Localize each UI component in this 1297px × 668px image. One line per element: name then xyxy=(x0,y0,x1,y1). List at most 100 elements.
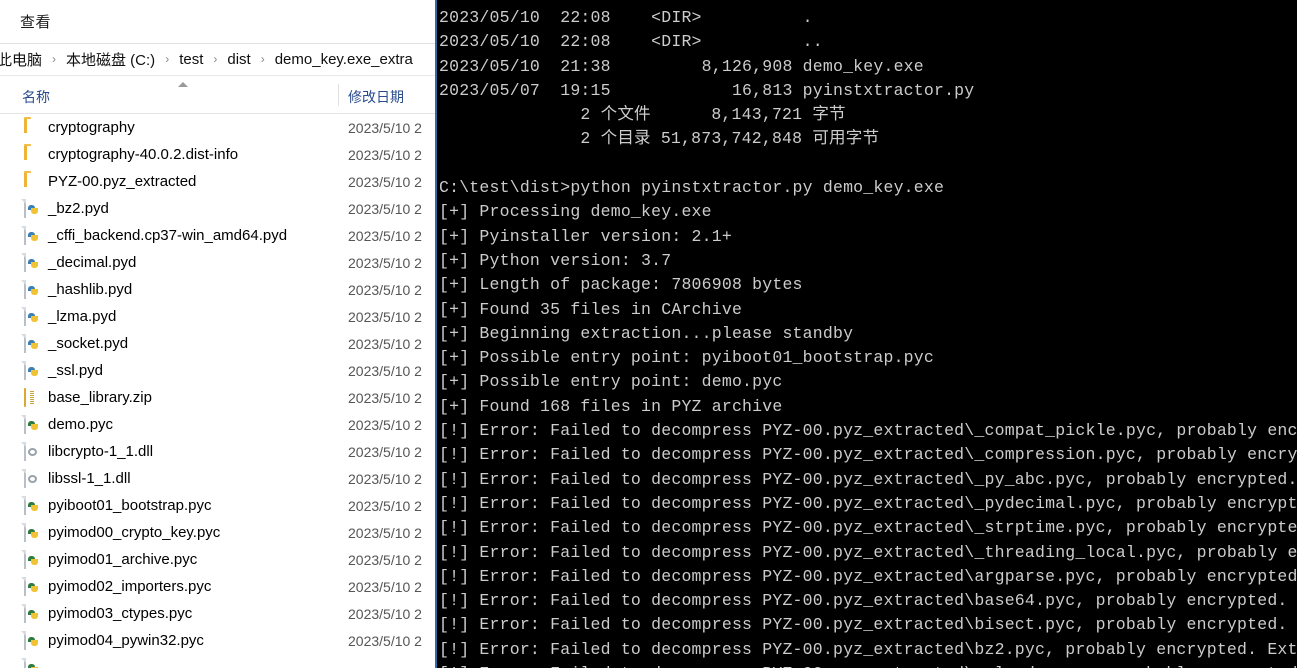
file-list-row[interactable]: pyimod01_archive.pyc 2023/5/10 2 xyxy=(0,546,435,573)
command-prompt-window[interactable]: 2023/05/10 22:08 <DIR> . 2023/05/10 22:08… xyxy=(435,0,1297,668)
terminal-line: 2023/05/10 21:38 8,126,908 demo_key.exe xyxy=(439,56,924,76)
python-extension-file-icon xyxy=(24,226,41,245)
python-extension-file-icon xyxy=(24,361,41,380)
terminal-line: 2 个目录 51,873,742,848 可用字节 xyxy=(439,129,880,149)
file-list-row[interactable] xyxy=(0,654,435,668)
terminal-line: [!] Error: Failed to decompress PYZ-00.p… xyxy=(439,469,1297,489)
file-list-row[interactable]: _bz2.pyd 2023/5/10 2 xyxy=(0,195,435,222)
file-date-label: 2023/5/10 2 xyxy=(348,578,422,595)
python-extension-file-icon xyxy=(24,199,41,218)
terminal-line: [+] Beginning extraction...please standb… xyxy=(439,323,854,343)
breadcrumb-item-dist[interactable]: dist xyxy=(224,50,253,69)
file-list-row[interactable]: base_library.zip 2023/5/10 2 xyxy=(0,384,435,411)
file-name-label: _cffi_backend.cp37-win_amd64.pyd xyxy=(48,227,288,244)
file-date-label: 2023/5/10 2 xyxy=(348,200,422,217)
folder-icon xyxy=(24,119,41,136)
file-name-label: cryptography-40.0.2.dist-info xyxy=(48,146,239,163)
file-name-label: pyiboot01_bootstrap.pyc xyxy=(48,497,212,514)
breadcrumb-item-demo-key-extracted[interactable]: demo_key.exe_extra xyxy=(272,50,416,69)
file-name-label: PYZ-00.pyz_extracted xyxy=(48,173,197,190)
breadcrumb-separator-icon: › xyxy=(260,51,265,66)
file-name-label: pyimod01_archive.pyc xyxy=(48,551,198,568)
terminal-line: [+] Pyinstaller version: 2.1+ xyxy=(439,226,732,246)
file-list-row[interactable]: pyimod04_pywin32.pyc 2023/5/10 2 xyxy=(0,627,435,654)
python-compiled-file-icon xyxy=(24,658,41,668)
file-date-label: 2023/5/10 2 xyxy=(348,254,422,271)
file-name-label: _ssl.pyd xyxy=(48,362,104,379)
file-list-row[interactable]: _decimal.pyd 2023/5/10 2 xyxy=(0,249,435,276)
file-name-label: libcrypto-1_1.dll xyxy=(48,443,154,460)
breadcrumb-separator-icon: › xyxy=(165,51,170,66)
python-extension-file-icon xyxy=(24,334,41,353)
screenshot-root: 查看 此电脑 › 本地磁盘 (C:) › test › dist › demo_… xyxy=(0,0,1297,668)
file-name-label: _decimal.pyd xyxy=(48,254,137,271)
terminal-line: [+] Processing demo_key.exe xyxy=(439,202,712,222)
file-date-label: 2023/5/10 2 xyxy=(348,551,422,568)
file-list-row[interactable]: _socket.pyd 2023/5/10 2 xyxy=(0,330,435,357)
file-list-row[interactable]: pyimod00_crypto_key.pyc 2023/5/10 2 xyxy=(0,519,435,546)
file-date-label: 2023/5/10 2 xyxy=(348,362,422,379)
file-list-row[interactable]: _cffi_backend.cp37-win_amd64.pyd 2023/5/1… xyxy=(0,222,435,249)
file-list-row[interactable]: PYZ-00.pyz_extracted 2023/5/10 2 xyxy=(0,168,435,195)
file-list-row[interactable]: libcrypto-1_1.dll 2023/5/10 2 xyxy=(0,438,435,465)
file-name-label: cryptography xyxy=(48,119,135,136)
file-list-row[interactable]: _hashlib.pyd 2023/5/10 2 xyxy=(0,276,435,303)
terminal-line: [+] Possible entry point: demo.pyc xyxy=(439,372,783,392)
python-compiled-file-icon xyxy=(24,415,41,434)
file-name-label: _bz2.pyd xyxy=(48,200,109,217)
column-header-name[interactable]: 名称 xyxy=(22,87,50,107)
terminal-line: [!] Error: Failed to decompress PYZ-00.p… xyxy=(439,591,1288,611)
column-divider[interactable] xyxy=(338,84,339,106)
column-header-date[interactable]: 修改日期 xyxy=(348,87,404,107)
tab-view[interactable]: 查看 xyxy=(16,9,55,34)
file-list-row[interactable]: cryptography-40.0.2.dist-info 2023/5/10 2 xyxy=(0,141,435,168)
breadcrumb-item-this-pc[interactable]: 此电脑 xyxy=(0,48,45,71)
python-extension-file-icon xyxy=(24,307,41,326)
terminal-line: 2023/05/10 22:08 <DIR> .. xyxy=(439,32,823,52)
file-name-label: demo.pyc xyxy=(48,416,114,433)
file-date-label: 2023/5/10 2 xyxy=(348,308,422,325)
file-name-label: _socket.pyd xyxy=(48,335,129,352)
terminal-line: [+] Length of package: 7806908 bytes xyxy=(439,275,803,295)
file-list-row[interactable]: demo.pyc 2023/5/10 2 xyxy=(0,411,435,438)
terminal-output: 2023/05/10 22:08 <DIR> . 2023/05/10 22:08… xyxy=(437,6,1297,668)
python-extension-file-icon xyxy=(24,280,41,299)
python-compiled-file-icon xyxy=(24,577,41,596)
file-list-row[interactable]: pyimod03_ctypes.pyc 2023/5/10 2 xyxy=(0,600,435,627)
sort-ascending-icon xyxy=(178,82,188,87)
terminal-line: [!] Error: Failed to decompress PYZ-00.p… xyxy=(439,493,1297,513)
address-bar[interactable]: 此电脑 › 本地磁盘 (C:) › test › dist › demo_key… xyxy=(0,44,435,76)
folder-icon xyxy=(24,173,41,190)
file-name-label: pyimod04_pywin32.pyc xyxy=(48,632,204,649)
file-list-row[interactable]: pyiboot01_bootstrap.pyc 2023/5/10 2 xyxy=(0,492,435,519)
explorer-ribbon-tabbar: 查看 xyxy=(0,0,435,44)
file-date-label: 2023/5/10 2 xyxy=(348,605,422,622)
file-list-row[interactable]: _ssl.pyd 2023/5/10 2 xyxy=(0,357,435,384)
file-name-label: pyimod02_importers.pyc xyxy=(48,578,212,595)
terminal-line: [!] Error: Failed to decompress PYZ-00.p… xyxy=(439,445,1297,465)
file-date-label: 2023/5/10 2 xyxy=(348,524,422,541)
file-list[interactable]: cryptography 2023/5/10 2 cryptography-40.0… xyxy=(0,114,435,668)
breadcrumb-separator-icon: › xyxy=(52,51,57,66)
terminal-line: [+] Found 168 files in PYZ archive xyxy=(439,396,783,416)
terminal-line: 2023/05/10 22:08 <DIR> . xyxy=(439,8,813,27)
file-date-label: 2023/5/10 2 xyxy=(348,497,422,514)
breadcrumb-item-local-disk[interactable]: 本地磁盘 (C:) xyxy=(63,48,158,71)
file-date-label: 2023/5/10 2 xyxy=(348,470,422,487)
terminal-line: [+] Possible entry point: pyiboot01_boot… xyxy=(439,348,934,368)
breadcrumb-item-test[interactable]: test xyxy=(176,50,206,69)
file-date-label: 2023/5/10 2 xyxy=(348,227,422,244)
terminal-line: [!] Error: Failed to decompress PYZ-00.p… xyxy=(439,615,1288,635)
terminal-line: [!] Error: Failed to decompress PYZ-00.p… xyxy=(439,542,1297,562)
file-date-label: 2023/5/10 2 xyxy=(348,416,422,433)
file-list-row[interactable]: libssl-1_1.dll 2023/5/10 2 xyxy=(0,465,435,492)
folder-icon xyxy=(24,146,41,163)
terminal-line: [!] Error: Failed to decompress PYZ-00.p… xyxy=(439,566,1297,586)
file-list-row[interactable]: pyimod02_importers.pyc 2023/5/10 2 xyxy=(0,573,435,600)
file-name-label: pyimod00_crypto_key.pyc xyxy=(48,524,221,541)
file-list-row[interactable]: _lzma.pyd 2023/5/10 2 xyxy=(0,303,435,330)
python-compiled-file-icon xyxy=(24,604,41,623)
file-date-label: 2023/5/10 2 xyxy=(348,173,422,190)
file-list-row[interactable]: cryptography 2023/5/10 2 xyxy=(0,114,435,141)
